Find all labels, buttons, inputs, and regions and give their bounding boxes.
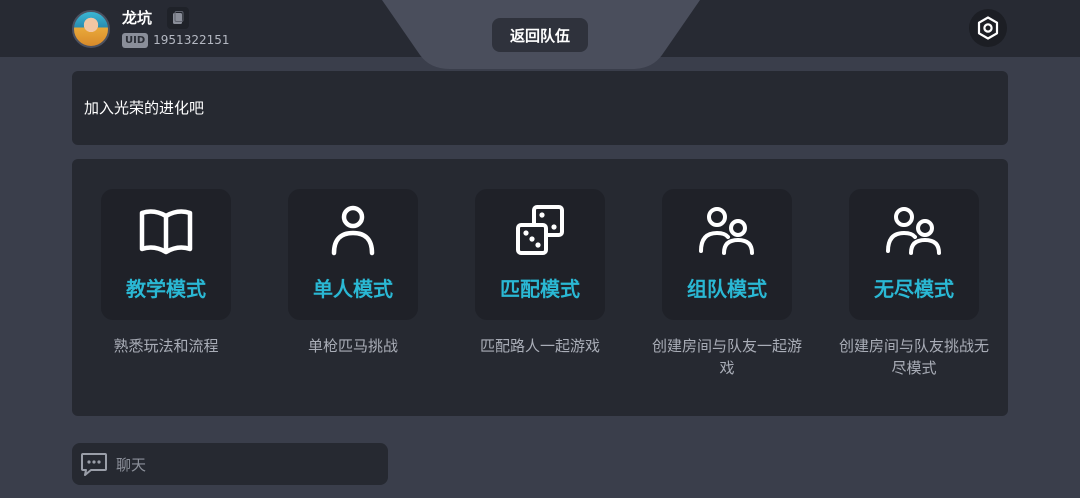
mode-title: 教学模式 bbox=[126, 277, 206, 301]
user-icon bbox=[331, 205, 375, 256]
mode-matchmaking[interactable]: 匹配模式 匹配路人一起游戏 bbox=[455, 189, 625, 389]
mode-endless[interactable]: 无尽模式 创建房间与队友挑战无尽模式 bbox=[829, 189, 999, 389]
uid-badge: UID bbox=[122, 32, 149, 48]
mode-title: 匹配模式 bbox=[500, 277, 580, 301]
copy-button[interactable] bbox=[167, 7, 189, 29]
uid-row: UID 1951322151 bbox=[122, 32, 230, 48]
users-icon bbox=[699, 207, 754, 255]
game-modes-panel: 教学模式 熟悉玩法和流程 单人模式 单枪匹马挑战 匹配模式 匹配路人一起游戏 组… bbox=[72, 159, 1008, 416]
mode-description: 熟悉玩法和流程 bbox=[113, 337, 219, 355]
avatar[interactable] bbox=[72, 10, 110, 48]
chat-placeholder: 聊天 bbox=[116, 456, 147, 474]
announcement-text: 加入光荣的进化吧 bbox=[84, 99, 205, 117]
mode-card[interactable]: 组队模式 bbox=[662, 189, 792, 320]
username: 龙坑 bbox=[122, 9, 153, 27]
mode-card[interactable]: 匹配模式 bbox=[475, 189, 605, 320]
mode-description: 单枪匹马挑战 bbox=[307, 337, 398, 355]
mode-team[interactable]: 组队模式 创建房间与队友一起游戏 bbox=[642, 189, 812, 389]
users-icon bbox=[886, 207, 941, 255]
settings-button[interactable] bbox=[969, 9, 1007, 47]
chat-input[interactable]: 聊天 bbox=[72, 443, 388, 485]
announcement-banner: 加入光荣的进化吧 bbox=[72, 71, 1008, 145]
mode-description: 匹配路人一起游戏 bbox=[479, 337, 600, 355]
uid-number: 1951322151 bbox=[153, 33, 230, 47]
mode-solo[interactable]: 单人模式 单枪匹马挑战 bbox=[268, 189, 438, 389]
mode-tutorial[interactable]: 教学模式 熟悉玩法和流程 bbox=[81, 189, 251, 389]
mode-title: 单人模式 bbox=[313, 277, 393, 301]
mode-description: 创建房间与队友一起游戏 bbox=[651, 337, 802, 377]
mode-title: 无尽模式 bbox=[874, 277, 954, 301]
book-icon bbox=[139, 209, 193, 255]
copy-icon bbox=[173, 11, 184, 24]
mode-card[interactable]: 无尽模式 bbox=[849, 189, 979, 320]
chat-icon bbox=[81, 453, 107, 476]
mode-description: 创建房间与队友挑战无尽模式 bbox=[838, 337, 989, 377]
back-to-team-button[interactable]: 返回队伍 bbox=[492, 18, 588, 52]
mode-card[interactable]: 单人模式 bbox=[288, 189, 418, 320]
settings-icon bbox=[977, 16, 999, 40]
mode-title: 组队模式 bbox=[687, 277, 767, 301]
dice-icon bbox=[516, 205, 564, 255]
mode-card[interactable]: 教学模式 bbox=[101, 189, 231, 320]
